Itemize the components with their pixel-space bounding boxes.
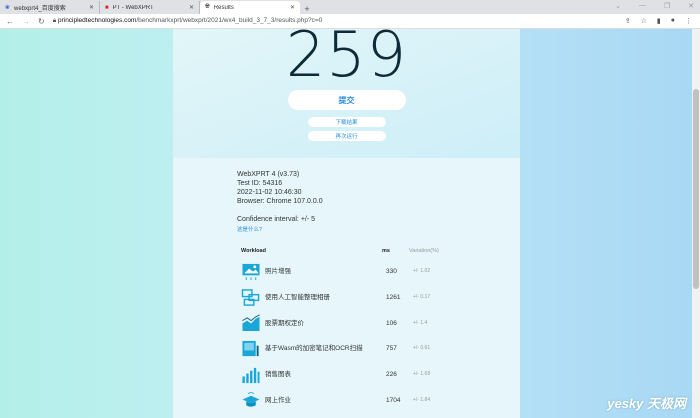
workload-name: 使用人工智能整理相册 [265, 294, 330, 302]
tab-baidu[interactable]: ❀ webxprt4_百度搜索 ✕ [0, 1, 100, 14]
download-results-button[interactable]: 下载结果 [307, 117, 386, 127]
workload-name: 网上作业 [265, 396, 291, 404]
workload-variation: +/- 0.17 [413, 294, 431, 301]
table-row: 网上作业 1704 +/- 1.84 [237, 387, 520, 413]
table-row: 使用人工智能整理相册 1261 +/- 0.17 [237, 285, 520, 311]
menu-icon[interactable]: ⋮ [685, 17, 692, 25]
photo-icon [242, 263, 260, 280]
close-window-button[interactable]: ✕ [688, 2, 694, 10]
minimize-button[interactable]: — [639, 2, 646, 10]
workload-name: 销售图表 [265, 371, 291, 379]
results-panel: 259 提交 下载结果 再次运行 WebXPRT 4 (v3.73) Test … [173, 18, 520, 418]
submit-button[interactable]: 提交 [287, 90, 406, 110]
notes-icon [242, 340, 259, 357]
table-row: 股票期权定价 106 +/- 1.4 [237, 310, 520, 336]
watermark-logo: yesky 天极网 [607, 396, 686, 411]
share-icon[interactable]: ⇪ [625, 17, 631, 25]
graduation-cap-icon [242, 392, 260, 407]
chevron-down-icon[interactable]: ⌄ [615, 2, 621, 10]
workload-variation: +/- 1.84 [413, 396, 431, 403]
back-button[interactable]: ← [6, 17, 14, 26]
album-icon [241, 288, 260, 306]
close-icon[interactable]: ✕ [189, 4, 194, 11]
scrollbar[interactable] [692, 29, 700, 418]
table-row: 销售图表 226 +/- 1.68 [237, 362, 520, 388]
table-header: Workload ms Variation(%) [241, 248, 439, 254]
workload-ms: 1261 [386, 294, 401, 302]
whats-this-link[interactable]: 这是什么? [237, 226, 520, 235]
star-icon[interactable]: ☆ [641, 17, 647, 25]
workload-ms: 757 [386, 345, 397, 353]
tab-webxprt[interactable]: ■ PT - WebXPRT ✕ [100, 1, 200, 14]
confidence-interval: Confidence interval: +/- 5 [237, 216, 316, 223]
workload-variation: +/- 1.4 [413, 319, 428, 326]
run-again-button[interactable]: 再次运行 [307, 131, 386, 141]
page-content: 259 提交 下载结果 再次运行 WebXPRT 4 (v3.73) Test … [0, 18, 692, 418]
overall-score: 259 [285, 18, 408, 91]
workload-ms: 330 [386, 268, 397, 276]
tab-bar: ❀ webxprt4_百度搜索 ✕ ■ PT - WebXPRT ✕ 🌐︎ Results… [0, 0, 700, 14]
table-row: 照片增强 330 +/- 1.02 [237, 259, 520, 285]
forward-button[interactable]: → [22, 17, 30, 26]
tab-results[interactable]: 🌐︎ Results ✕ [200, 1, 300, 14]
workload-ms: 106 [386, 319, 397, 327]
bar-chart-icon [242, 367, 260, 383]
pt-icon: ■ [105, 4, 109, 11]
globe-icon: 🌐︎ [205, 4, 210, 10]
scrollbar-thumb[interactable] [693, 89, 699, 289]
table-row: 基于Wasm的加密笔记和OCR扫描 757 +/- 0.61 [237, 336, 520, 362]
reload-button[interactable]: ↻ [38, 17, 45, 26]
maximize-button[interactable]: ❐ [664, 2, 670, 10]
workload-name: 照片增强 [265, 268, 291, 276]
test-info: WebXPRT 4 (v3.73) Test ID: 54316 2022-11… [237, 171, 323, 205]
baidu-icon: ❀ [5, 5, 11, 11]
sidebar-icon[interactable]: ▮ [657, 17, 661, 25]
close-icon[interactable]: ✕ [89, 4, 94, 11]
workload-ms: 1704 [386, 396, 401, 404]
close-icon[interactable]: ✕ [290, 4, 295, 11]
stock-chart-icon [242, 314, 260, 332]
workload-variation: +/- 1.02 [413, 268, 431, 275]
new-tab-button[interactable]: + [300, 4, 314, 14]
profile-icon[interactable]: ● [671, 17, 675, 25]
workload-ms: 226 [386, 371, 397, 379]
workload-name: 股票期权定价 [265, 319, 304, 327]
workload-variation: +/- 0.61 [413, 345, 431, 352]
workload-name: 基于Wasm的加密笔记和OCR扫描 [265, 345, 363, 353]
workload-variation: +/- 1.68 [413, 371, 431, 378]
